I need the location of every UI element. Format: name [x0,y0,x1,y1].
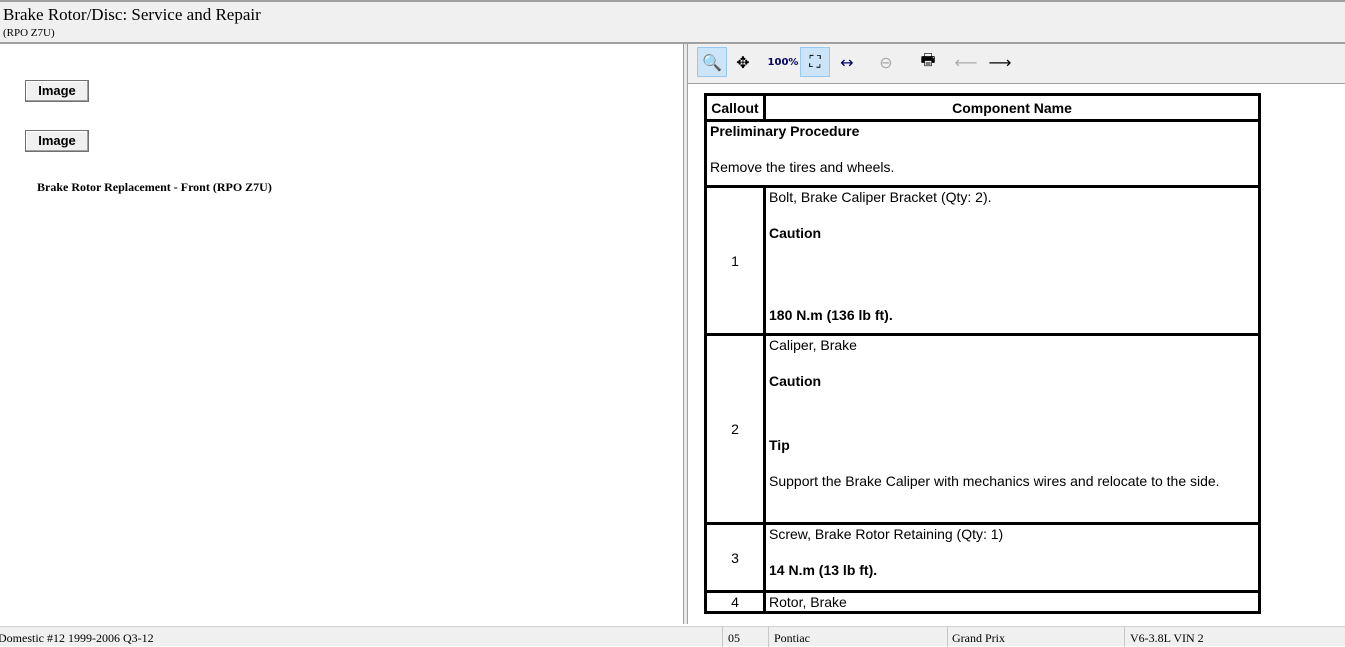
print-icon[interactable]: 🖶 [913,47,943,77]
callout: 4 [704,590,766,614]
pan-icon[interactable]: ✥ [728,47,758,77]
image-toolbar: 🔍 ✥ 100% ⛶ ↔ ⊖ 🖶 ⟵ ⟶ [688,44,1345,84]
status-engine: V6-3.8L VIN 2 [1130,631,1204,645]
component-name: Screw, Brake Rotor Retaining (Qty: 1) [769,526,1004,542]
status-model: Grand Prix [952,631,1005,645]
table-row: 1 Bolt, Brake Caliper Bracket (Qty: 2). … [704,185,1261,336]
header-component: Component Name [763,93,1261,122]
callout: 3 [704,522,766,593]
image-button-2[interactable]: Image [25,130,89,152]
component-table: Callout Component Name Preliminary Proced… [704,93,1261,614]
page-subtitle: (RPO Z7U) [3,27,55,39]
torque-spec: 14 N.m (13 lb ft). [769,562,878,578]
zoom-in-icon[interactable]: 🔍 [697,47,727,77]
table-row: 3 Screw, Brake Rotor Retaining (Qty: 1) … [704,522,1261,593]
status-year: 05 [728,631,740,645]
zoom-width-icon[interactable]: ↔ [832,47,862,77]
right-pane: 🔍 ✥ 100% ⛶ ↔ ⊖ 🖶 ⟵ ⟶ Callout Component Na… [688,44,1345,624]
status-bar: Domestic #12 1999-2006 Q3-12 05 Pontiac … [0,626,1345,647]
procedure-link[interactable]: Brake Rotor Replacement - Front (RPO Z7U… [37,180,272,195]
status-make: Pontiac [774,631,810,645]
next-image-icon[interactable]: ⟶ [985,47,1015,77]
preliminary-title: Preliminary Procedure [710,123,860,139]
table-row: 2 Caliper, Brake Caution Tip Support the… [704,333,1261,525]
header-callout: Callout [704,93,766,122]
image-button-1[interactable]: Image [25,80,89,102]
component-name: Caliper, Brake [769,337,857,353]
caution-label[interactable]: Caution [769,225,1255,241]
header: Brake Rotor/Disc: Service and Repair (RP… [0,0,1345,44]
callout: 1 [704,185,766,336]
preliminary-text: Remove the tires and wheels. [710,159,895,175]
zoom-fit-icon[interactable]: ⛶ [800,47,830,77]
previous-image-icon[interactable]: ⟵ [951,47,981,77]
component-name: Rotor, Brake [763,590,1261,614]
left-pane: Image Image Brake Rotor Replacement - Fr… [0,44,683,624]
tip-text: Support the Brake Caliper with mechanics… [769,473,1220,489]
status-database: Domestic #12 1999-2006 Q3-12 [0,631,154,645]
caution-label[interactable]: Caution [769,373,1255,389]
tip-label: Tip [769,437,790,453]
torque-spec: 180 N.m (136 lb ft). [769,307,893,323]
zoom-100-icon[interactable]: 100% [768,47,799,77]
page-title: Brake Rotor/Disc: Service and Repair [3,5,261,24]
table-row: 4 Rotor, Brake [704,590,1261,614]
callout: 2 [704,333,766,525]
component-name: Bolt, Brake Caliper Bracket (Qty: 2). [769,189,992,205]
zoom-out-icon[interactable]: ⊖ [871,47,901,77]
preliminary-row: Preliminary Procedure Remove the tires a… [704,119,1261,188]
